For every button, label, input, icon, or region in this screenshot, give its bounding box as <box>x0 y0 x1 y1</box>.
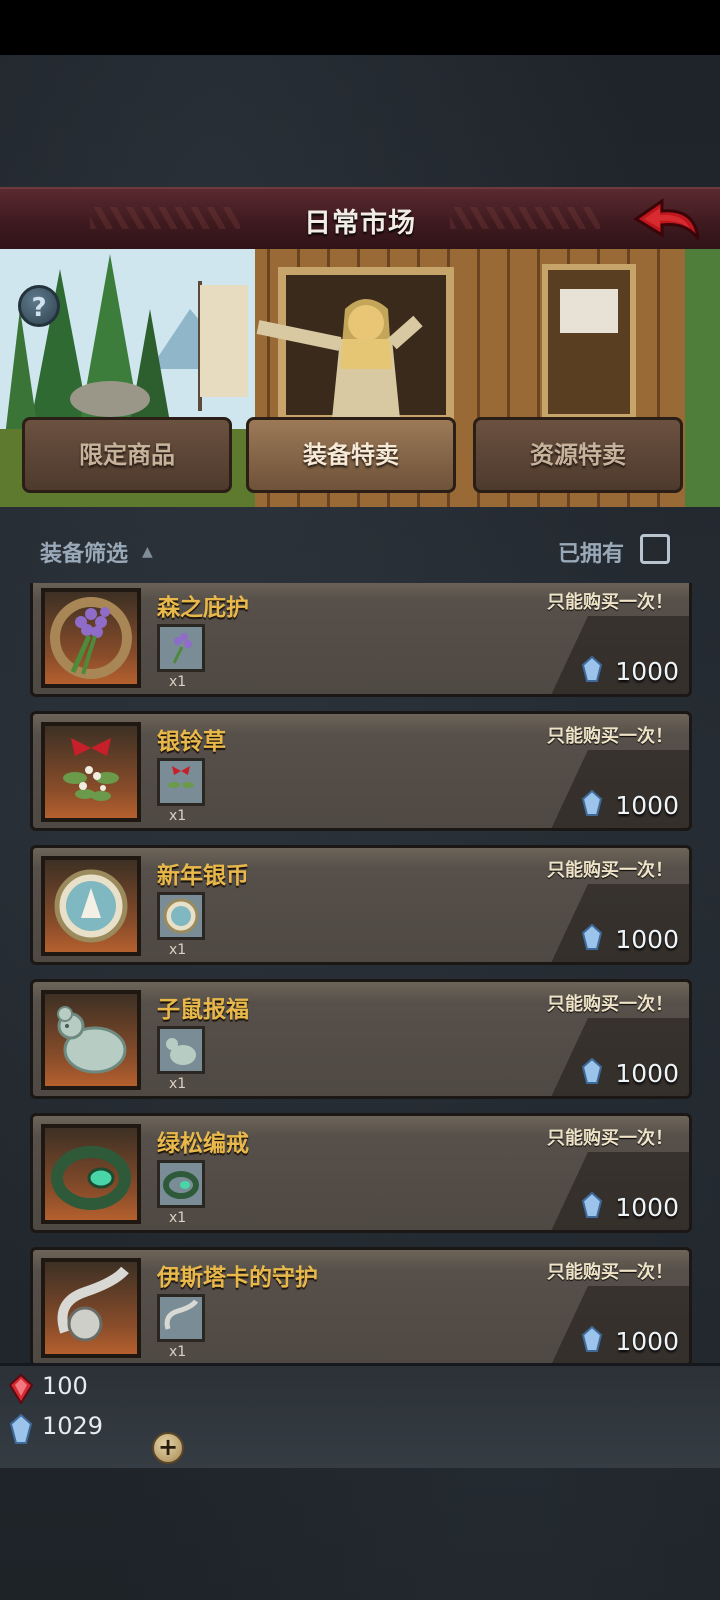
silver-coin-icon <box>41 856 141 956</box>
item-price: 1000 <box>615 1193 679 1222</box>
item-name: 伊斯塔卡的守护 <box>157 1265 318 1291</box>
list-item[interactable]: 伊斯塔卡的守护 只能购买一次！ x1 1000 <box>30 1247 692 1363</box>
item-name: 森之庇护 <box>157 595 249 621</box>
silver-coin-icon <box>157 892 205 940</box>
blue-crystal-icon <box>581 1192 603 1218</box>
turquoise-ring-icon <box>157 1160 205 1208</box>
currency-wallet: 100 1029 + <box>0 1363 720 1468</box>
tab-equipment-sale[interactable]: 装备特卖 <box>246 417 456 493</box>
purchase-limit: 只能购买一次！ <box>547 860 673 881</box>
tab-resource-sale[interactable]: 资源特卖 <box>473 417 683 493</box>
mistletoe-icon <box>157 758 205 806</box>
lavender-bundle-icon <box>157 624 205 672</box>
blue-crystal-icon <box>581 924 603 950</box>
blue-crystal-icon <box>9 1414 33 1444</box>
title-bar: 日常市场 <box>0 187 720 253</box>
item-name: 绿松编戒 <box>157 1131 249 1157</box>
blue-crystal-icon <box>581 1058 603 1084</box>
owned-filter-label: 已拥有 <box>557 542 624 567</box>
item-quantity: x1 <box>169 1076 187 1092</box>
jade-rat-icon <box>157 1026 205 1074</box>
purchase-limit: 只能购买一次！ <box>547 592 673 613</box>
caret-up-icon: ▲ <box>142 544 153 560</box>
status-bar-area <box>0 0 720 55</box>
item-name: 子鼠报福 <box>157 997 249 1023</box>
list-item[interactable]: 森之庇护 只能购买一次！ x1 1000 <box>30 583 692 697</box>
purchase-limit: 只能购买一次！ <box>547 1262 673 1283</box>
mistletoe-icon <box>41 722 141 822</box>
market-banner: ? 限定商品 装备特卖 资源特卖 <box>0 249 720 507</box>
equipment-filter-dropdown[interactable]: 装备筛选 <box>40 536 128 568</box>
turquoise-ring-icon <box>41 1124 141 1224</box>
item-price: 1000 <box>615 791 679 820</box>
item-price: 1000 <box>615 1059 679 1088</box>
list-item[interactable]: 绿松编戒 只能购买一次！ x1 1000 <box>30 1113 692 1233</box>
jade-rat-icon <box>41 990 141 1090</box>
ruby-amount: 100 <box>42 1372 88 1400</box>
item-price: 1000 <box>615 1327 679 1356</box>
crystal-amount: 1029 <box>42 1412 104 1440</box>
item-quantity: x1 <box>169 1344 187 1360</box>
item-name: 银铃草 <box>157 729 226 755</box>
blue-crystal-icon <box>581 790 603 816</box>
list-item[interactable]: 子鼠报福 只能购买一次！ x1 1000 <box>30 979 692 1099</box>
item-quantity: x1 <box>169 1210 187 1226</box>
item-name: 新年银币 <box>157 863 249 889</box>
blue-crystal-icon <box>581 1326 603 1352</box>
tab-limited-goods[interactable]: 限定商品 <box>22 417 232 493</box>
item-list[interactable]: 森之庇护 只能购买一次！ x1 1000 银铃草 只能购买一次！ x1 1000… <box>0 583 720 1363</box>
plus-icon[interactable]: + <box>152 1432 184 1464</box>
silver-charm-icon <box>157 1294 205 1342</box>
page-title: 日常市场 <box>304 208 416 239</box>
help-icon[interactable]: ? <box>18 285 60 327</box>
list-item[interactable]: 银铃草 只能购买一次！ x1 1000 <box>30 711 692 831</box>
red-gem-icon <box>8 1374 34 1404</box>
blue-crystal-icon <box>581 656 603 682</box>
purchase-limit: 只能购买一次！ <box>547 726 673 747</box>
lavender-bundle-icon <box>41 588 141 688</box>
purchase-limit: 只能购买一次！ <box>547 1128 673 1149</box>
silver-charm-icon <box>41 1258 141 1358</box>
item-quantity: x1 <box>169 808 187 824</box>
back-arrow-icon[interactable] <box>632 195 702 245</box>
filter-row: 装备筛选 ▲ 已拥有 <box>0 518 720 582</box>
item-price: 1000 <box>615 925 679 954</box>
list-item[interactable]: 新年银币 只能购买一次！ x1 1000 <box>30 845 692 965</box>
purchase-limit: 只能购买一次！ <box>547 994 673 1015</box>
item-quantity: x1 <box>169 942 187 958</box>
item-quantity: x1 <box>169 674 187 690</box>
owned-checkbox[interactable] <box>640 534 670 564</box>
item-price: 1000 <box>615 657 679 686</box>
